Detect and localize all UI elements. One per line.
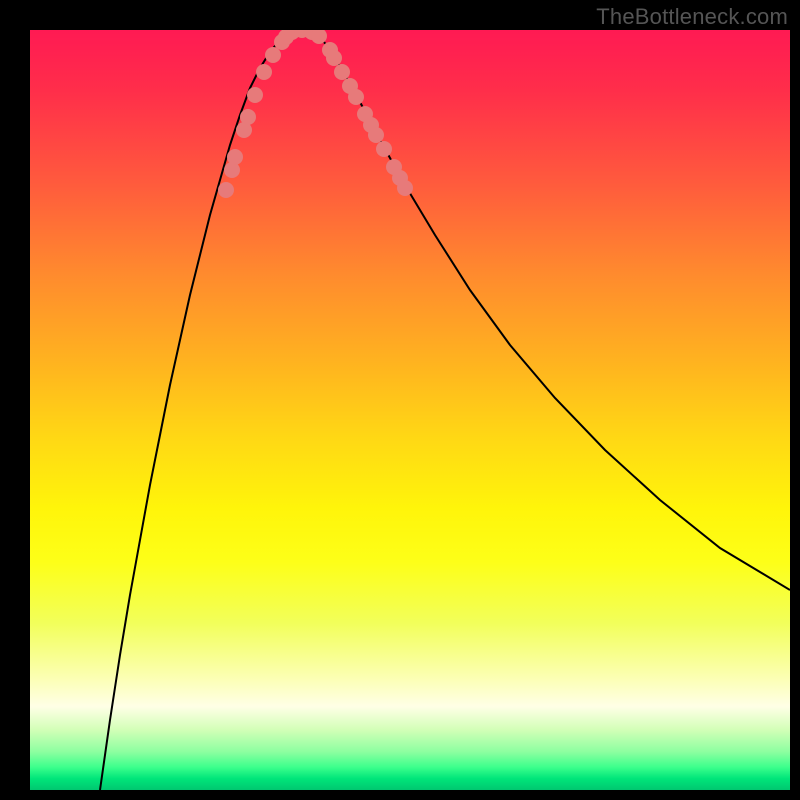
curve-dot: [240, 109, 256, 125]
curve-dot: [376, 141, 392, 157]
curve-dot: [227, 149, 243, 165]
curve-dots-group: [218, 30, 413, 198]
chart-frame: TheBottleneck.com: [0, 0, 800, 800]
watermark-text: TheBottleneck.com: [596, 4, 788, 30]
curve-dot: [348, 89, 364, 105]
curve-dot: [368, 127, 384, 143]
curve-svg: [30, 30, 790, 790]
curve-dot: [326, 50, 342, 66]
curve-dot: [247, 87, 263, 103]
curve-dot: [397, 180, 413, 196]
bottleneck-curve: [100, 30, 790, 790]
curve-dot: [265, 47, 281, 63]
curve-dot: [334, 64, 350, 80]
curve-dot: [218, 182, 234, 198]
curve-dot: [256, 64, 272, 80]
plot-area: [30, 30, 790, 790]
